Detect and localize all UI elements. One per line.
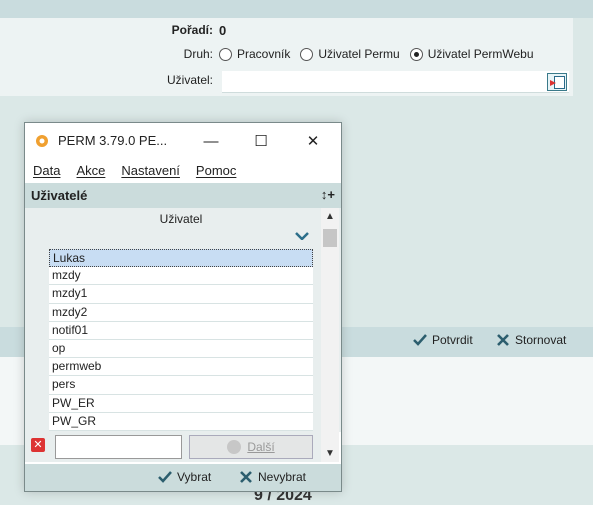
list-item[interactable]: pers xyxy=(49,376,313,395)
user-label: Uživatel: xyxy=(166,73,213,87)
select-button[interactable]: Vybrat xyxy=(157,470,211,484)
order-value: 0 xyxy=(219,22,227,38)
user-select-window: PERM 3.79.0 PE... — ☐ ✕ Data Akce Nastav… xyxy=(24,122,342,492)
list-item[interactable]: Lukas xyxy=(49,249,313,268)
list-item[interactable]: mzdy2 xyxy=(49,303,313,322)
column-header[interactable]: Uživatel xyxy=(49,212,313,226)
type-option-perm-user[interactable]: Uživatel Permu xyxy=(300,47,400,61)
chevron-down-icon[interactable] xyxy=(295,232,309,240)
type-option-employee[interactable]: Pracovník xyxy=(219,47,290,61)
vertical-scrollbar[interactable]: ▲ ▼ xyxy=(321,208,339,462)
list-item[interactable]: op xyxy=(49,339,313,359)
search-row: ✕ Další xyxy=(25,432,321,462)
user-row: Uživatel: xyxy=(0,69,219,91)
list-item[interactable]: permweb xyxy=(49,358,313,377)
radio-icon[interactable] xyxy=(219,47,232,61)
type-option-label: Uživatel PermWebu xyxy=(427,47,534,61)
next-button[interactable]: Další xyxy=(189,435,313,459)
resize-add-icon[interactable]: ↕+ xyxy=(321,187,335,202)
panel-header: Uživatelé ↕+ xyxy=(25,183,341,208)
top-band xyxy=(0,0,593,18)
order-row: Pořadí: 0 xyxy=(0,19,227,41)
title-bar[interactable]: PERM 3.79.0 PE... — ☐ ✕ xyxy=(25,123,341,159)
close-icon xyxy=(497,334,509,346)
cancel-button[interactable]: Stornovat xyxy=(496,333,566,347)
type-label: Druh: xyxy=(183,47,213,61)
scroll-up-icon[interactable]: ▲ xyxy=(325,211,335,222)
clear-icon[interactable]: ✕ xyxy=(31,438,45,452)
type-option-label: Pracovník xyxy=(237,47,291,61)
deselect-label: Nevybrat xyxy=(258,470,307,484)
menu-data[interactable]: Data xyxy=(33,163,60,178)
scroll-thumb[interactable] xyxy=(323,229,337,247)
select-label: Vybrat xyxy=(177,470,212,484)
lookup-user-icon[interactable] xyxy=(547,73,567,91)
type-option-label: Uživatel Permu xyxy=(318,47,400,61)
list-item[interactable]: PW_ER xyxy=(49,394,313,413)
menu-actions[interactable]: Akce xyxy=(76,163,105,178)
search-input[interactable] xyxy=(55,435,182,459)
panel-title: Uživatelé xyxy=(31,188,88,203)
window-footer: Vybrat Nevybrat xyxy=(25,464,341,491)
list-item[interactable]: mzdy1 xyxy=(49,285,313,304)
minimize-button[interactable]: — xyxy=(185,123,237,159)
user-grid: Uživatel Lukas mzdy mzdy1 mzdy2 notif01 … xyxy=(25,208,341,462)
radio-selected-icon[interactable] xyxy=(409,47,423,61)
menu-help[interactable]: Pomoc xyxy=(196,163,236,178)
scroll-down-icon[interactable]: ▼ xyxy=(325,448,335,459)
close-icon xyxy=(240,471,252,483)
order-label: Pořadí: xyxy=(171,23,213,37)
check-icon xyxy=(413,334,427,346)
menu-bar: Data Akce Nastavení Pomoc xyxy=(25,159,341,181)
maximize-button[interactable]: ☐ xyxy=(235,123,287,159)
user-list: Lukas mzdy mzdy1 mzdy2 notif01 op permwe… xyxy=(49,249,313,431)
type-option-permweb-user[interactable]: Uživatel PermWebu xyxy=(409,47,534,61)
check-icon xyxy=(158,471,172,483)
cancel-label: Stornovat xyxy=(515,333,567,347)
confirm-button[interactable]: Potvrdit xyxy=(412,333,473,347)
list-item[interactable]: mzdy xyxy=(49,267,313,286)
menu-settings[interactable]: Nastavení xyxy=(121,163,180,178)
gear-icon xyxy=(227,440,242,454)
list-item[interactable]: PW_GR xyxy=(49,412,313,431)
window-title: PERM 3.79.0 PE... xyxy=(58,133,168,148)
user-field[interactable] xyxy=(222,71,569,93)
confirm-label: Potvrdit xyxy=(432,333,473,347)
type-row: Druh: Pracovník Uživatel Permu Uživatel … xyxy=(0,43,544,65)
radio-icon[interactable] xyxy=(300,47,314,61)
close-button[interactable]: ✕ xyxy=(287,123,339,159)
list-item[interactable]: notif01 xyxy=(49,321,313,340)
next-label: Další xyxy=(247,440,275,454)
app-logo-icon xyxy=(36,135,48,147)
deselect-button[interactable]: Nevybrat xyxy=(239,470,306,484)
